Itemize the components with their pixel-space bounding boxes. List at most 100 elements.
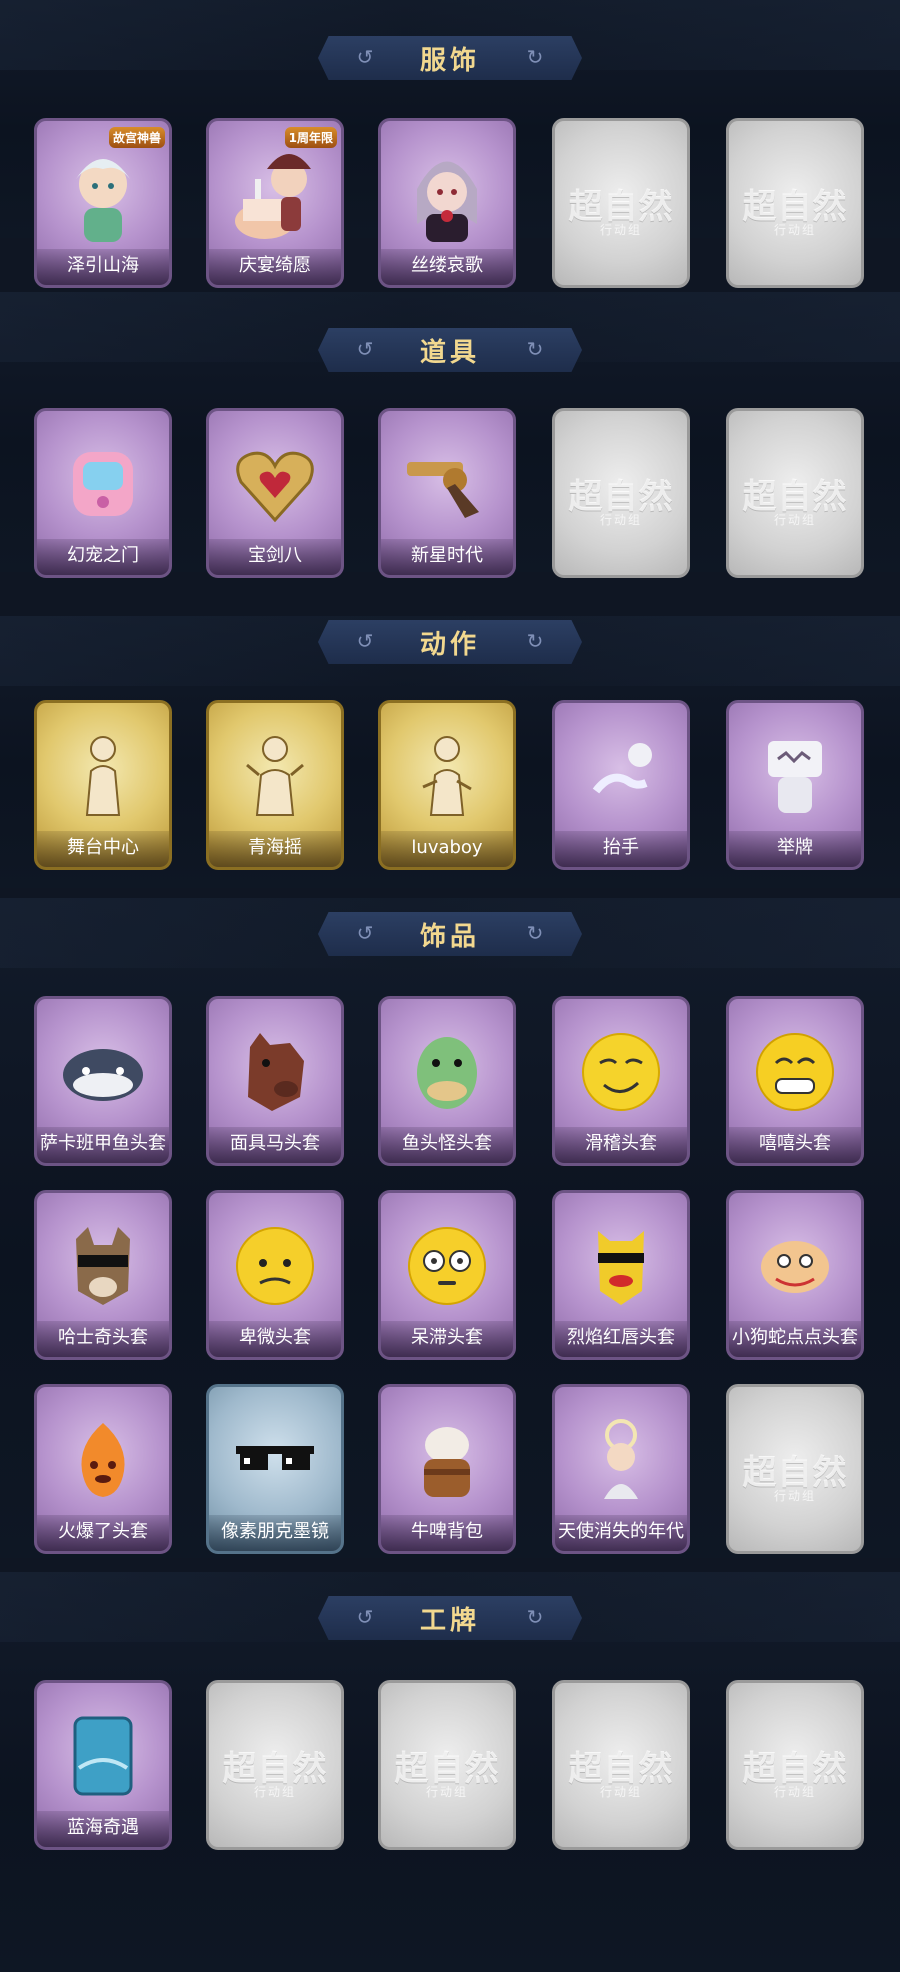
fire-mask-icon xyxy=(55,1405,151,1515)
swirl-icon: ↺ xyxy=(356,629,374,653)
item-card[interactable]: 牛啤背包 xyxy=(378,1384,516,1554)
item-name: 哈士奇头套 xyxy=(37,1321,169,1357)
section-header-accessories: ↺ 饰品 ↻ xyxy=(318,912,582,956)
section-title: 工牌 xyxy=(419,1605,480,1636)
item-card[interactable]: 烈焰红唇头套 xyxy=(552,1190,690,1360)
pose-silhouette-icon xyxy=(55,721,151,831)
section-header-props: ↺ 道具 ↻ xyxy=(318,328,582,372)
empty-sub: 行动组 xyxy=(773,1489,816,1503)
swirl-icon: ↺ xyxy=(356,1605,374,1629)
swirl-icon: ↺ xyxy=(356,45,374,69)
item-card[interactable]: 像素朋克墨镜 xyxy=(206,1384,344,1554)
item-name: 鱼头怪头套 xyxy=(381,1127,513,1163)
item-name: 丝缕哀歌 xyxy=(381,249,513,285)
empty-sub: 行动组 xyxy=(599,223,642,237)
empty-slot: 超自然 行动组 xyxy=(552,1680,690,1850)
item-name: 呆滞头套 xyxy=(381,1321,513,1357)
heart-locket-icon xyxy=(227,429,323,539)
item-name: 泽引山海 xyxy=(37,249,169,285)
swirl-icon: ↻ xyxy=(526,337,544,361)
item-card[interactable]: 嘻嘻头套 xyxy=(726,996,864,1166)
empty-slot: 超自然 行动组 xyxy=(552,118,690,288)
pose-silhouette-icon xyxy=(227,721,323,831)
item-card[interactable]: 举牌 xyxy=(726,700,864,870)
red-lips-mask-icon xyxy=(573,1211,669,1321)
section-title: 服饰 xyxy=(419,45,480,76)
item-name: 萨卡班甲鱼头套 xyxy=(37,1127,169,1163)
item-name: 火爆了头套 xyxy=(37,1515,169,1551)
snake-mask-icon xyxy=(747,1211,843,1321)
item-name: 舞台中心 xyxy=(37,831,169,867)
husky-mask-icon xyxy=(55,1211,151,1321)
item-card[interactable]: 滑稽头套 xyxy=(552,996,690,1166)
empty-sub: 行动组 xyxy=(599,513,642,527)
angel-doll-icon xyxy=(573,1405,669,1515)
item-card[interactable]: 抬手 xyxy=(552,700,690,870)
item-name: luvaboy xyxy=(381,831,513,867)
pixel-sunglasses-icon xyxy=(227,1405,323,1515)
item-card[interactable]: 天使消失的年代 xyxy=(552,1384,690,1554)
empty-slot: 超自然 行动组 xyxy=(726,1384,864,1554)
item-card[interactable]: 火爆了头套 xyxy=(34,1384,172,1554)
pose-silhouette-icon xyxy=(399,721,495,831)
hand-gesture-icon xyxy=(573,721,669,831)
pet-gate-icon xyxy=(55,429,151,539)
fish-mask-icon xyxy=(55,1017,151,1127)
item-card[interactable]: 丝缕哀歌 xyxy=(378,118,516,288)
blue-sea-card-icon xyxy=(55,1701,151,1811)
item-card[interactable]: 1周年限 庆宴绮愿 xyxy=(206,118,344,288)
empty-sub: 行动组 xyxy=(425,1785,468,1799)
section-title: 饰品 xyxy=(419,921,480,952)
item-card[interactable]: 新星时代 xyxy=(378,408,516,578)
section-title: 道具 xyxy=(419,337,480,368)
item-card[interactable]: 舞台中心 xyxy=(34,700,172,870)
item-name: 面具马头套 xyxy=(209,1127,341,1163)
humble-emoji-icon xyxy=(227,1211,323,1321)
empty-slot: 超自然 行动组 xyxy=(726,1680,864,1850)
section-header-badges: ↺ 工牌 ↻ xyxy=(318,1596,582,1640)
empty-slot: 超自然 行动组 xyxy=(726,118,864,288)
item-card[interactable]: 鱼头怪头套 xyxy=(378,996,516,1166)
item-card[interactable]: 小狗蛇点点头套 xyxy=(726,1190,864,1360)
item-card[interactable]: 故宫神兽 泽引山海 xyxy=(34,118,172,288)
fish-head-mask-icon xyxy=(399,1017,495,1127)
item-name: 天使消失的年代 xyxy=(555,1515,687,1551)
item-name: 卑微头套 xyxy=(209,1321,341,1357)
cow-beer-backpack-icon xyxy=(399,1405,495,1515)
item-name: 新星时代 xyxy=(381,539,513,575)
section-title: 动作 xyxy=(419,629,480,660)
item-card[interactable]: 蓝海奇遇 xyxy=(34,1680,172,1850)
empty-sub: 行动组 xyxy=(599,1785,642,1799)
item-name: 宝剑八 xyxy=(209,539,341,575)
item-name: 举牌 xyxy=(729,831,861,867)
item-name: 蓝海奇遇 xyxy=(37,1811,169,1847)
item-name: 牛啤背包 xyxy=(381,1515,513,1551)
item-card[interactable]: 萨卡班甲鱼头套 xyxy=(34,996,172,1166)
item-card[interactable]: luvaboy xyxy=(378,700,516,870)
item-name: 青海摇 xyxy=(209,831,341,867)
empty-slot: 超自然 行动组 xyxy=(206,1680,344,1850)
empty-slot: 超自然 行动组 xyxy=(378,1680,516,1850)
empty-sub: 行动组 xyxy=(773,513,816,527)
item-card[interactable]: 面具马头套 xyxy=(206,996,344,1166)
item-name: 嘻嘻头套 xyxy=(729,1127,861,1163)
swirl-icon: ↻ xyxy=(526,921,544,945)
item-card[interactable]: 哈士奇头套 xyxy=(34,1190,172,1360)
smirk-emoji-icon xyxy=(573,1017,669,1127)
item-name: 小狗蛇点点头套 xyxy=(729,1321,861,1357)
empty-sub: 行动组 xyxy=(773,1785,816,1799)
item-name: 像素朋克墨镜 xyxy=(209,1515,341,1551)
swirl-icon: ↺ xyxy=(356,337,374,361)
revolver-icon xyxy=(399,429,495,539)
item-card[interactable]: 青海摇 xyxy=(206,700,344,870)
item-card[interactable]: 卑微头套 xyxy=(206,1190,344,1360)
swirl-icon: ↻ xyxy=(526,45,544,69)
item-card[interactable]: 宝剑八 xyxy=(206,408,344,578)
section-header-actions: ↺ 动作 ↻ xyxy=(318,620,582,664)
item-name: 烈焰红唇头套 xyxy=(555,1321,687,1357)
item-card[interactable]: 幻宠之门 xyxy=(34,408,172,578)
grin-emoji-icon xyxy=(747,1017,843,1127)
empty-slot: 超自然 行动组 xyxy=(726,408,864,578)
item-card[interactable]: 呆滞头套 xyxy=(378,1190,516,1360)
character-portrait xyxy=(55,139,151,249)
